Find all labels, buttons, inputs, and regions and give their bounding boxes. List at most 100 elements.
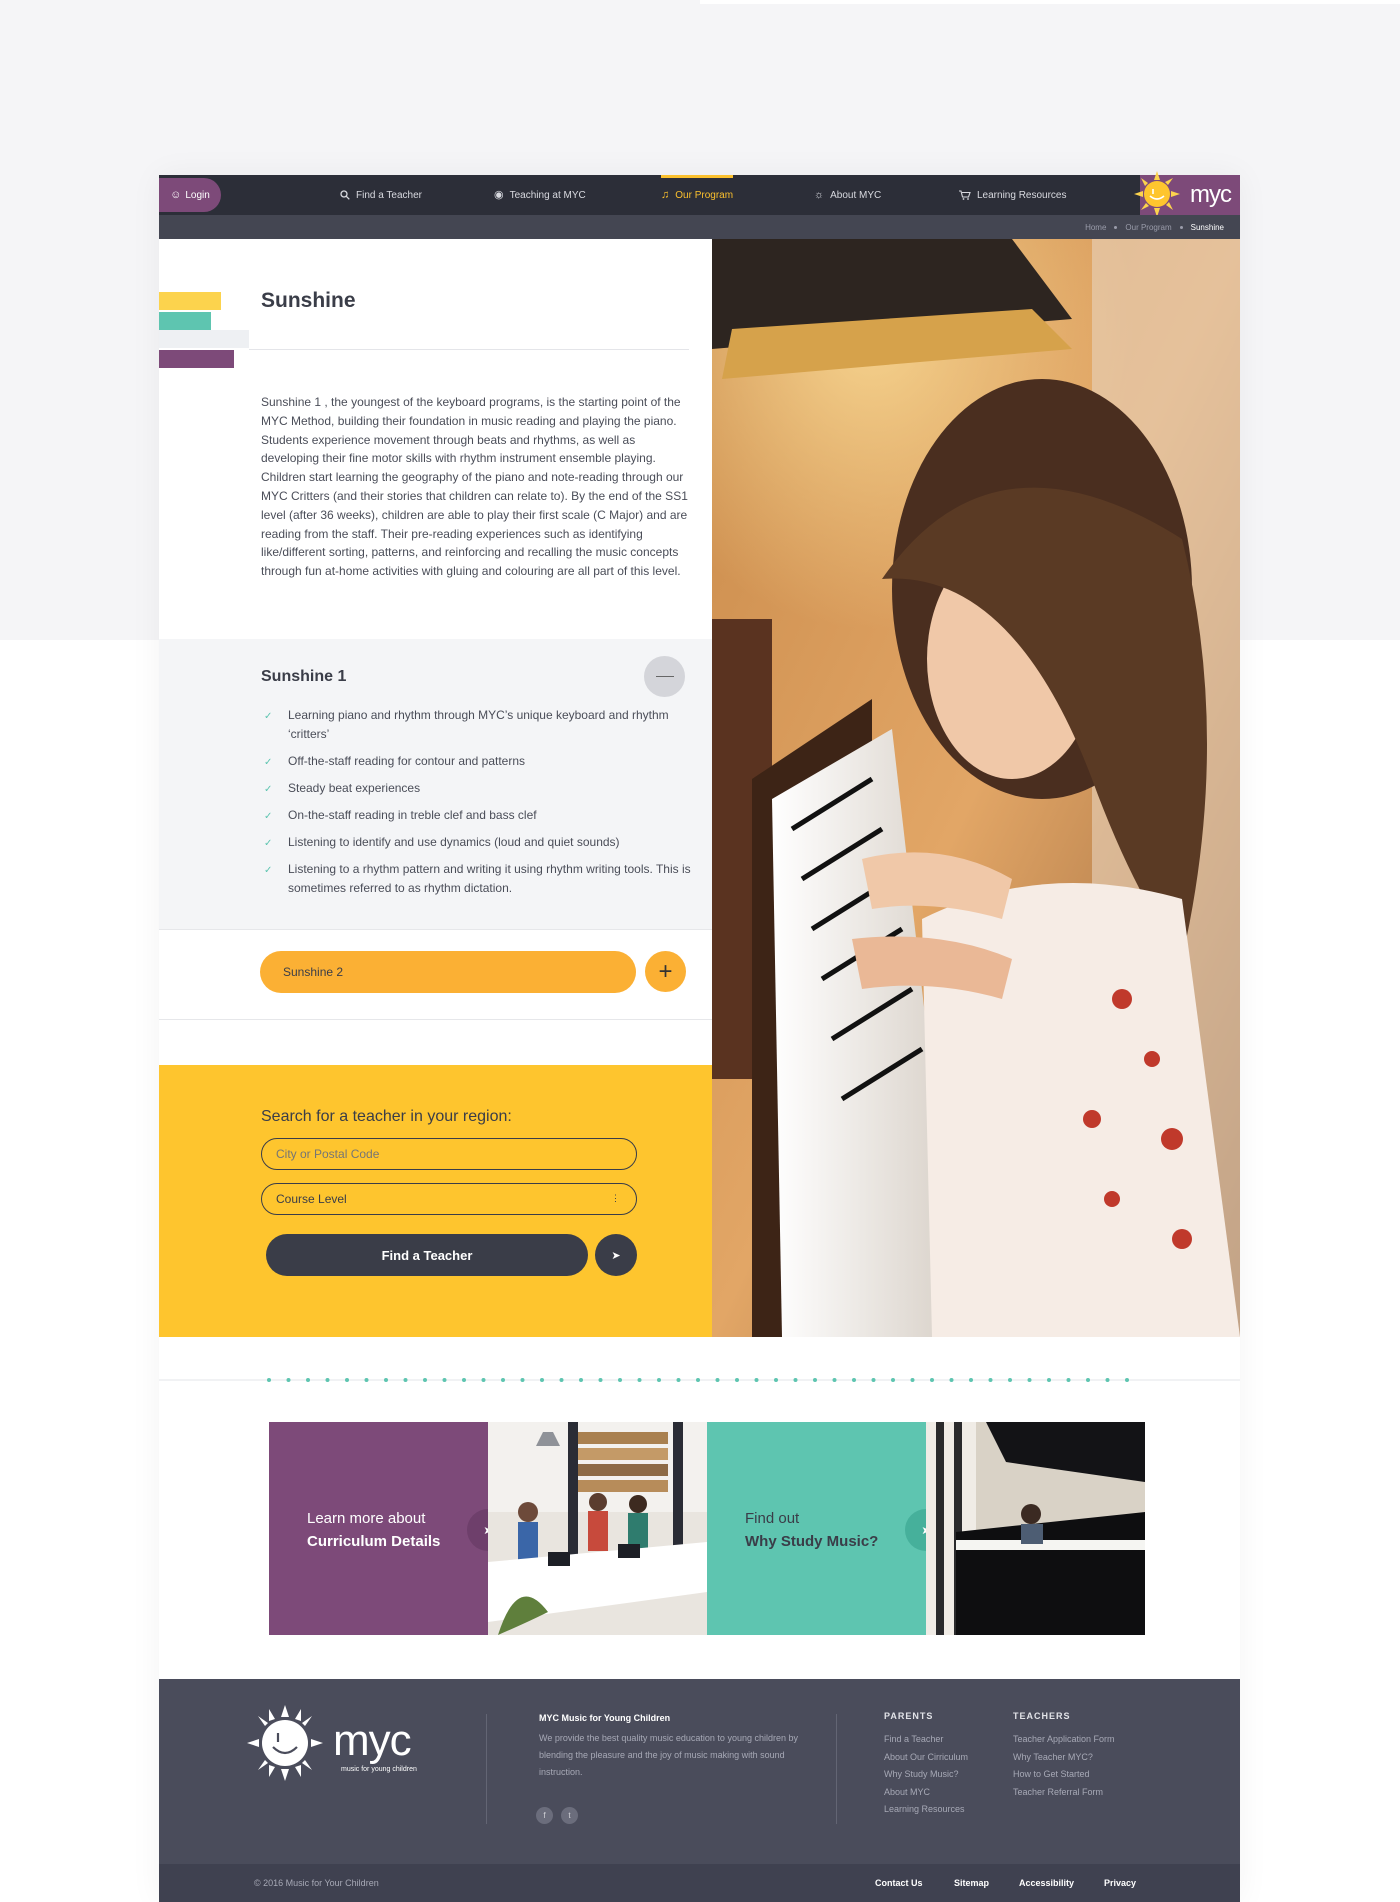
list-item: ✓ Listening to a rhythm pattern and writi…	[261, 860, 691, 898]
find-teacher-arrow-button[interactable]: ➤	[595, 1234, 637, 1276]
divider-dot	[559, 1378, 564, 1382]
footer-divider	[486, 1714, 487, 1824]
accessibility-link[interactable]: Accessibility	[1019, 1878, 1074, 1888]
chevron-down-icon: ⋮	[611, 1193, 620, 1203]
footer-link[interactable]: About MYC	[884, 1784, 968, 1802]
minus-icon	[655, 675, 674, 678]
promo-curriculum-line2: Curriculum Details	[307, 1533, 441, 1550]
feature-list: ✓ Learning piano and rhythm through MYC’s…	[261, 706, 691, 906]
divider-dot	[442, 1378, 447, 1382]
footer-link[interactable]: Teacher Referral Form	[1013, 1784, 1115, 1802]
divider-dot	[501, 1378, 505, 1382]
twitter-icon[interactable]: t	[561, 1807, 578, 1824]
divider-dot	[832, 1378, 837, 1382]
divider-dot	[696, 1378, 700, 1382]
divider-dot	[306, 1378, 310, 1382]
city-postal-input[interactable]	[261, 1138, 637, 1170]
breadcrumb-our-program[interactable]: Our Program	[1125, 223, 1171, 232]
footer-bottom-bar: © 2016 Music for Your Children Contact U…	[159, 1864, 1240, 1902]
nav-teaching-at-myc[interactable]: ◉ Teaching at MYC	[494, 175, 586, 215]
facebook-icon[interactable]: f	[536, 1807, 553, 1824]
list-item-text: Listening to a rhythm pattern and writin…	[288, 862, 691, 895]
divider-dot	[481, 1378, 486, 1382]
apple-icon: ◉	[494, 188, 504, 201]
nav-learning-resources[interactable]: Learning Resources	[959, 175, 1067, 215]
breadcrumb-home[interactable]: Home	[1085, 223, 1106, 232]
sitemap-link[interactable]: Sitemap	[954, 1878, 989, 1888]
divider-dot	[735, 1378, 739, 1382]
hero-photo-girl-piano	[712, 239, 1240, 1337]
divider-dot	[267, 1378, 271, 1382]
promo-curriculum-line1: Learn more about	[307, 1510, 426, 1527]
expand-button[interactable]: +	[645, 951, 686, 992]
divider-dot	[618, 1378, 622, 1382]
promo-curriculum-card[interactable]: Learn more about Curriculum Details ➤	[269, 1422, 509, 1635]
promo-cards: Learn more about Curriculum Details ➤ Fi…	[269, 1422, 1145, 1635]
footer-link[interactable]: Learning Resources	[884, 1801, 968, 1819]
footer-link[interactable]: Why Teacher MYC?	[1013, 1749, 1115, 1767]
accordion-sunshine-2[interactable]: Sunshine 2	[260, 951, 636, 993]
footer-link[interactable]: Why Study Music?	[884, 1766, 968, 1784]
nav-about-label: About MYC	[830, 189, 882, 201]
main-navigation: ☺ Login Find a Teacher ◉ Teaching at MYC…	[159, 171, 1240, 217]
list-item-text: Steady beat experiences	[288, 781, 421, 795]
sun-logo-icon	[1134, 171, 1180, 217]
login-button[interactable]: ☺ Login	[159, 178, 221, 212]
footer-divider	[836, 1714, 837, 1824]
divider-dot	[930, 1378, 934, 1382]
footer-link[interactable]: About Our Cirriculum	[884, 1749, 968, 1767]
nav-about-myc[interactable]: ☼ About MYC	[814, 175, 881, 215]
footer-parents-links: Find a Teacher About Our Cirriculum Why …	[884, 1731, 968, 1819]
cart-icon	[959, 190, 971, 200]
login-label: Login	[185, 189, 210, 201]
search-icon	[340, 190, 350, 200]
course-level-select[interactable]: Course Level ⋮	[261, 1183, 637, 1215]
collapse-button[interactable]	[644, 656, 685, 697]
decor-bar-grey	[159, 330, 249, 348]
privacy-link[interactable]: Privacy	[1104, 1878, 1136, 1888]
footer-link[interactable]: Find a Teacher	[884, 1731, 968, 1749]
title-divider	[249, 349, 689, 350]
office-photo	[488, 1422, 707, 1635]
accordion-title: Sunshine 2	[283, 965, 344, 979]
contact-us-link[interactable]: Contact Us	[875, 1878, 923, 1888]
check-icon: ✓	[264, 811, 273, 822]
teacher-search-panel: Search for a teacher in your region: Cou…	[159, 1065, 712, 1337]
breadcrumb-separator	[1179, 225, 1183, 229]
divider-dot	[1105, 1378, 1110, 1382]
twitter-glyph: t	[568, 1811, 571, 1820]
check-icon: ✓	[264, 784, 273, 795]
copyright-text: © 2016 Music for Your Children	[254, 1878, 379, 1888]
list-item: ✓ On-the-staff reading in treble clef and…	[261, 806, 691, 825]
decor-bar-teal	[159, 312, 211, 330]
dotted-divider	[159, 1378, 1240, 1382]
footer-link[interactable]: Teacher Application Form	[1013, 1731, 1115, 1749]
divider-dot	[423, 1378, 427, 1382]
check-icon: ✓	[264, 757, 273, 768]
myc-logo[interactable]: myc	[1134, 171, 1240, 217]
logo-text: myc	[1190, 181, 1232, 208]
divider-dot	[676, 1378, 681, 1382]
divider-dot	[813, 1378, 817, 1382]
footer-teachers-links: Teacher Application Form Why Teacher MYC…	[1013, 1731, 1115, 1801]
divider-dot	[1086, 1378, 1090, 1382]
divider	[159, 929, 712, 930]
footer-myc-logo[interactable]: myc music for young children	[245, 1703, 445, 1793]
list-item-text: On-the-staff reading in treble clef and …	[288, 808, 537, 822]
footer-about-text: We provide the best quality music educat…	[539, 1733, 798, 1777]
footer-logo-tagline: music for young children	[341, 1766, 417, 1773]
footer-about-title: MYC Music for Young Children	[539, 1713, 671, 1723]
find-teacher-button[interactable]: Find a Teacher	[266, 1234, 588, 1276]
nav-our-program-label: Our Program	[675, 189, 734, 201]
nav-find-teacher[interactable]: Find a Teacher	[340, 175, 422, 215]
program-content: Sunshine Sunshine 1 , the youngest of th…	[159, 239, 712, 1337]
promo-why-study-card[interactable]: Find out Why Study Music? ➤	[707, 1422, 947, 1635]
divider-dot	[637, 1378, 642, 1382]
footer-link[interactable]: How to Get Started	[1013, 1766, 1115, 1784]
list-item-text: Off-the-staff reading for contour and pa…	[288, 754, 526, 768]
list-item-text: Learning piano and rhythm through MYC’s …	[288, 708, 669, 741]
list-item: ✓ Steady beat experiences	[261, 779, 691, 798]
accordion-title[interactable]: Sunshine 1	[261, 668, 346, 686]
arrow-right-icon: ➤	[611, 1249, 621, 1262]
nav-our-program[interactable]: ♫ Our Program	[661, 175, 734, 215]
